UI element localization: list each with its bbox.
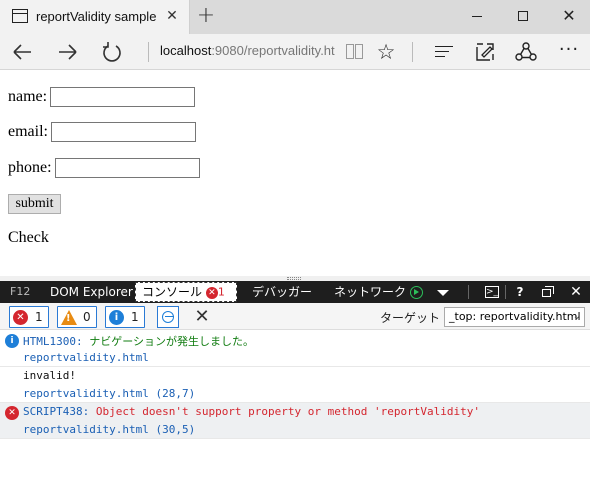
hub-icon[interactable] xyxy=(435,45,453,59)
message-source-link[interactable]: reportvalidity.html (30,5) xyxy=(23,423,195,436)
tab-separator xyxy=(505,285,506,299)
message-text: ナビゲーションが発生しました。 xyxy=(89,335,255,348)
name-label: name: xyxy=(8,88,48,105)
help-icon[interactable]: ? xyxy=(510,281,530,303)
address-host: localhost xyxy=(160,43,212,58)
devtools-close-icon[interactable]: ✕ xyxy=(566,281,586,303)
toolbar-separator xyxy=(412,42,413,62)
message-source-link[interactable]: reportvalidity.html xyxy=(23,351,149,364)
errors-count: 1 xyxy=(35,310,43,324)
submit-button[interactable]: submit xyxy=(8,194,61,214)
tab-debugger[interactable]: デバッガー xyxy=(252,281,312,303)
back-button[interactable] xyxy=(8,38,36,66)
filter-info-button[interactable]: i 1 xyxy=(105,306,145,328)
email-label: email: xyxy=(8,123,48,140)
filter-warnings-button[interactable]: ! 0 xyxy=(57,306,97,328)
f12-label: F12 xyxy=(10,285,31,298)
more-icon[interactable]: ··· xyxy=(556,38,582,66)
name-input[interactable] xyxy=(50,87,196,107)
tab-dom-explorer[interactable]: DOM Explorer xyxy=(50,281,133,303)
info-count: 1 xyxy=(131,310,139,324)
target-label: ターゲット xyxy=(380,311,441,325)
show-console-button[interactable]: >_ xyxy=(482,281,502,303)
share-icon[interactable] xyxy=(515,42,537,62)
console-message-error: ✕ SCRIPT438: Object doesn't support prop… xyxy=(0,403,590,439)
tab-console-label: コンソール xyxy=(142,285,203,299)
minimize-button[interactable] xyxy=(454,0,500,32)
tab-title: reportValidity sample xyxy=(36,9,157,24)
target-select[interactable]: _top: reportvalidity.html ⌄ xyxy=(444,307,585,327)
error-icon: ✕ xyxy=(5,406,19,420)
forward-arrow-icon xyxy=(59,44,77,60)
undock-icon[interactable] xyxy=(537,281,557,303)
refresh-button[interactable] xyxy=(98,38,126,66)
chevron-down-icon: ⌄ xyxy=(572,311,581,322)
tab-network[interactable]: ネットワーク xyxy=(334,281,423,303)
phone-label: phone: xyxy=(8,159,52,176)
minimize-icon xyxy=(472,16,482,17)
tab-separator xyxy=(468,285,469,299)
message-code: SCRIPT438: xyxy=(23,405,90,418)
address-bar[interactable]: localhost:9080/reportvalidity.ht xyxy=(160,43,335,58)
new-tab-button[interactable]: + xyxy=(195,4,217,28)
devtools-tab-bar: F12 DOM Explorer コンソール ✕ 1 デバッガー ネットワーク >… xyxy=(0,281,590,303)
info-icon: i xyxy=(5,334,19,348)
message-text: Object doesn't support property or metho… xyxy=(95,405,480,418)
phone-input[interactable] xyxy=(54,158,200,178)
web-note-icon[interactable] xyxy=(475,42,495,62)
name-row: name: xyxy=(8,87,196,107)
record-play-icon xyxy=(409,286,423,299)
favorite-star-icon[interactable]: ☆ xyxy=(373,38,399,66)
address-path: :9080/reportvalidity.ht xyxy=(211,43,335,58)
tab-close-icon[interactable]: ✕ xyxy=(163,7,181,25)
grip-icon xyxy=(287,277,301,280)
message-text: invalid! xyxy=(23,369,76,382)
console-message-info: i HTML1300: ナビゲーションが発生しました。 reportvalidi… xyxy=(0,331,590,367)
title-bar: reportValidity sample ✕ + ✕ xyxy=(0,0,590,34)
clear-on-navigate-button[interactable] xyxy=(157,306,179,328)
more-tabs-chevron-icon[interactable] xyxy=(437,281,449,303)
maximize-button[interactable] xyxy=(500,0,546,32)
address-separator xyxy=(148,42,149,62)
console-output: i HTML1300: ナビゲーションが発生しました。 reportvalidi… xyxy=(0,331,590,492)
page-icon xyxy=(12,9,28,23)
error-icon: ✕ xyxy=(13,310,28,325)
maximize-icon xyxy=(518,11,528,21)
warnings-count: 0 xyxy=(83,310,91,324)
target-value: _top: reportvalidity.html xyxy=(449,310,581,323)
filter-errors-button[interactable]: ✕ 1 xyxy=(9,306,49,328)
refresh-icon xyxy=(103,42,121,62)
error-badge-icon: ✕ xyxy=(205,286,218,299)
phone-row: phone: xyxy=(8,158,200,178)
clear-console-icon[interactable]: ✕ xyxy=(192,306,212,328)
email-input[interactable] xyxy=(50,122,196,142)
info-icon: i xyxy=(109,310,124,325)
forward-button[interactable] xyxy=(54,38,82,66)
clear-on-navigate-icon xyxy=(162,311,174,323)
reading-view-icon[interactable] xyxy=(346,44,364,59)
message-code: HTML1300: xyxy=(23,335,83,348)
console-toolbar: ✕ 1 ! 0 i 1 ✕ ターゲット _top: reportvalidity… xyxy=(0,303,590,330)
tab-network-label: ネットワーク xyxy=(334,285,407,299)
email-row: email: xyxy=(8,122,196,142)
tab-console[interactable]: コンソール ✕ 1 xyxy=(135,282,237,302)
console-prompt-icon: >_ xyxy=(485,286,499,298)
window-close-button[interactable]: ✕ xyxy=(546,0,590,32)
navigation-bar: localhost:9080/reportvalidity.ht ☆ ··· xyxy=(0,34,590,70)
page-content: name: email: phone: submit Check xyxy=(0,71,590,276)
console-message-log: invalid! reportvalidity.html (28,7) xyxy=(0,367,590,403)
check-text: Check xyxy=(8,229,49,246)
browser-tab[interactable]: reportValidity sample ✕ xyxy=(0,0,190,34)
back-arrow-icon xyxy=(13,44,31,60)
message-source-link[interactable]: reportvalidity.html (28,7) xyxy=(23,387,195,400)
console-error-count: 1 xyxy=(217,285,225,299)
